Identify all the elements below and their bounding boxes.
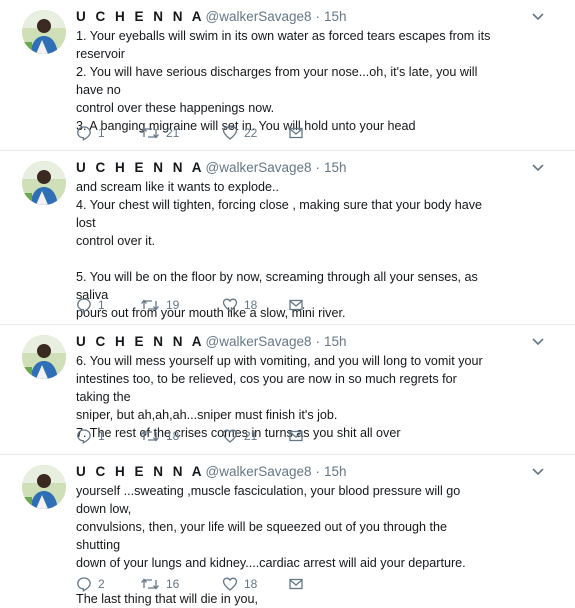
- reply-button[interactable]: 1: [76, 125, 140, 141]
- reply-button[interactable]: 2: [76, 576, 140, 592]
- tweet-text-line: down of your lungs and kidney....cardiac…: [76, 556, 466, 570]
- reply-button[interactable]: 1: [76, 297, 140, 313]
- timestamp[interactable]: 15h: [324, 8, 347, 26]
- tweet[interactable]: U C H E N N A @walkerSavage8 · 15h and s…: [0, 151, 575, 325]
- timestamp[interactable]: 15h: [324, 463, 347, 481]
- retweet-icon: [141, 299, 159, 311]
- direct-message-button[interactable]: [288, 576, 308, 592]
- tweet-header: U C H E N N A @walkerSavage8 · 15h: [76, 159, 561, 177]
- like-button[interactable]: 22: [222, 125, 288, 141]
- reply-icon: [77, 577, 91, 592]
- like-count: 18: [244, 298, 258, 312]
- reply-icon: [77, 126, 91, 141]
- user-handle[interactable]: @walkerSavage8: [206, 8, 312, 26]
- tweet-text-line: 1. Your eyeballs will swim in its own wa…: [76, 29, 491, 43]
- avatar[interactable]: [22, 465, 66, 509]
- tweet-text-line: convulsions, then, your life will be squ…: [76, 520, 448, 552]
- retweet-icon: [141, 127, 159, 139]
- direct-message-button[interactable]: [288, 297, 308, 313]
- tweet-text-line: yourself ...sweating ,muscle fasciculati…: [76, 484, 461, 516]
- like-count: 22: [244, 126, 258, 140]
- tweet-text-line: and scream like it wants to explode..: [76, 180, 280, 194]
- dot-separator: ·: [315, 334, 321, 349]
- reply-button[interactable]: 1: [76, 428, 140, 444]
- tweet[interactable]: U C H E N N A @walkerSavage8 · 15h 1. Yo…: [0, 0, 575, 151]
- chevron-down-icon[interactable]: [531, 467, 545, 477]
- tweet-header: U C H E N N A @walkerSavage8 · 15h: [76, 333, 561, 351]
- tweet[interactable]: U C H E N N A @walkerSavage8 · 15h 6. Yo…: [0, 325, 575, 455]
- tweet-text-line: 4. Your chest will tighten, forcing clos…: [76, 198, 483, 230]
- tweet-text-line: control over these happenings now.: [76, 101, 275, 115]
- like-button[interactable]: 18: [222, 297, 288, 313]
- retweet-button[interactable]: 18: [140, 428, 222, 444]
- reply-count: 1: [98, 298, 105, 312]
- direct-message-button[interactable]: [288, 428, 308, 444]
- like-count: 21: [244, 429, 258, 443]
- user-handle[interactable]: @walkerSavage8: [206, 333, 312, 351]
- like-button[interactable]: 21: [222, 428, 288, 444]
- retweet-count: 18: [166, 429, 180, 443]
- chevron-down-icon[interactable]: [531, 163, 545, 173]
- timestamp[interactable]: 15h: [324, 159, 347, 177]
- dot-separator: ·: [315, 9, 321, 24]
- dot-separator: ·: [315, 160, 321, 175]
- user-handle[interactable]: @walkerSavage8: [206, 159, 312, 177]
- display-name[interactable]: U C H E N N A: [76, 333, 205, 351]
- tweet[interactable]: U C H E N N A @walkerSavage8 · 15h yours…: [0, 455, 575, 606]
- reply-count: 1: [98, 126, 105, 140]
- avatar[interactable]: [22, 161, 66, 205]
- retweet-button[interactable]: 19: [140, 297, 222, 313]
- tweet-actions: 1 19 18: [76, 295, 308, 315]
- display-name[interactable]: U C H E N N A: [76, 8, 205, 26]
- envelope-icon: [289, 127, 303, 139]
- retweet-count: 21: [166, 126, 180, 140]
- tweet-text-line: 2. You will have serious discharges from…: [76, 65, 478, 97]
- like-button[interactable]: 18: [222, 576, 288, 592]
- tweet-text-line: 6. You will mess yourself up with vomiti…: [76, 354, 483, 368]
- retweet-count: 19: [166, 298, 180, 312]
- tweet-thread: U C H E N N A @walkerSavage8 · 15h 1. Yo…: [0, 0, 575, 606]
- reply-count: 2: [98, 577, 105, 591]
- chevron-down-icon[interactable]: [531, 337, 545, 347]
- tweet-actions: 1 18 21: [76, 426, 308, 446]
- tweet-actions: 2 16 18: [76, 574, 308, 594]
- tweet-text-line: reservoir: [76, 47, 125, 61]
- retweet-count: 16: [166, 577, 180, 591]
- direct-message-button[interactable]: [288, 125, 308, 141]
- reply-count: 1: [98, 429, 105, 443]
- display-name[interactable]: U C H E N N A: [76, 463, 205, 481]
- tweet-header: U C H E N N A @walkerSavage8 · 15h: [76, 8, 561, 26]
- heart-icon: [222, 577, 238, 591]
- heart-icon: [222, 126, 238, 140]
- envelope-icon: [289, 578, 303, 590]
- heart-icon: [222, 298, 238, 312]
- retweet-button[interactable]: 21: [140, 125, 222, 141]
- reply-icon: [77, 429, 91, 444]
- avatar[interactable]: [22, 335, 66, 379]
- envelope-icon: [289, 430, 303, 442]
- retweet-button[interactable]: 16: [140, 576, 222, 592]
- tweet-text-line: sniper, but ah,ah,ah...sniper must finis…: [76, 408, 338, 422]
- avatar[interactable]: [22, 10, 66, 54]
- display-name[interactable]: U C H E N N A: [76, 159, 205, 177]
- tweet-text-line: intestines too, to be relieved, cos you …: [76, 372, 457, 404]
- like-count: 18: [244, 577, 258, 591]
- dot-separator: ·: [315, 464, 321, 479]
- chevron-down-icon[interactable]: [531, 12, 545, 22]
- timestamp[interactable]: 15h: [324, 333, 347, 351]
- tweet-text-line: control over it.: [76, 234, 156, 248]
- tweet-header: U C H E N N A @walkerSavage8 · 15h: [76, 463, 561, 481]
- user-handle[interactable]: @walkerSavage8: [206, 463, 312, 481]
- heart-icon: [222, 429, 238, 443]
- reply-icon: [77, 298, 91, 313]
- retweet-icon: [141, 430, 159, 442]
- tweet-text: 1. Your eyeballs will swim in its own wa…: [76, 27, 561, 135]
- envelope-icon: [289, 299, 303, 311]
- retweet-icon: [141, 578, 159, 590]
- tweet-actions: 1 21 22: [76, 123, 308, 143]
